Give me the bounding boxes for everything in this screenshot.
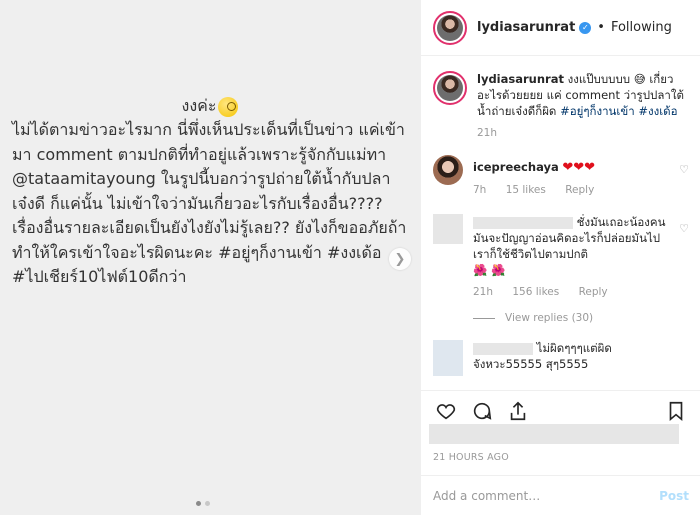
view-replies-label: View replies (30) [505,312,594,324]
verified-badge-icon: ✓ [579,21,592,34]
add-comment-bar: Post [421,475,700,515]
carousel-dot [205,501,210,506]
chevron-right-icon[interactable]: ❯ [389,248,411,270]
caption-time: 21h [477,127,498,139]
comment-emoji: 🌺 🌺 [473,263,506,277]
reply-button[interactable]: Reply [565,184,594,196]
heart-icon[interactable]: ♡ [679,163,689,176]
post-button[interactable]: Post [659,489,689,503]
comment-time: 7h [473,184,487,196]
header-username[interactable]: lydiasarunrat [477,20,575,35]
comment-item: ไม่ผิดๆๆๆแต่ผิดจังหวะ55555 สุๆ5555 [421,340,700,376]
comment-text: ❤❤❤ [562,160,596,175]
avatar[interactable] [433,71,467,105]
post-header: lydiasarunrat ✓ • Following [421,0,700,56]
avatar[interactable] [433,214,463,244]
post-side-panel: lydiasarunrat ✓ • Following lydiasarunra… [420,0,700,515]
reply-button[interactable]: Reply [579,286,608,298]
comment-time: 21h [473,286,494,298]
carousel-dots [196,501,210,506]
hashtag-link[interactable]: #อยู่ๆก็งานเข้า [560,104,635,118]
heart-icon[interactable] [433,398,459,424]
comment-icon[interactable] [469,398,495,424]
avatar[interactable] [433,155,463,185]
view-replies-button[interactable]: View replies (30) [473,310,671,326]
comment-input[interactable] [433,488,660,503]
carousel-dot [196,501,201,506]
comments-list[interactable]: lydiasarunrat งงแป๊บบบบบ 😅 เกี่ยวอะไรด้ว… [421,57,700,387]
comment-item: ชั่งมันเถอะน้องคนมันจะปัญญาอ่อนคิดอะไรก็… [421,214,700,326]
following-button[interactable]: Following [611,20,672,35]
comment-username[interactable]: icepreechaya [473,160,559,174]
caption: lydiasarunrat งงแป๊บบบบบ 😅 เกี่ยวอะไรด้ว… [421,57,700,141]
face-with-monocle-icon [218,96,239,117]
caption-text: งงแป๊บบบบบ [567,72,631,86]
caption-username[interactable]: lydiasarunrat [477,72,564,86]
avatar[interactable] [433,340,463,376]
post-image-title: งงค่ะ [0,94,420,119]
post-image-text: ไม่ได้ตามข่าวอะไรมาก นี่พึ่งเห็นประเด็นท… [12,120,407,286]
bookmark-icon[interactable] [663,398,689,424]
post-image: งงค่ะ ไม่ได้ตามข่าวอะไรมาก นี่พึ่งเห็นปร… [0,0,420,515]
post-timestamp[interactable]: 21 HOURS AGO [433,452,509,463]
share-icon[interactable] [505,398,531,424]
avatar[interactable] [433,10,467,45]
grinning-sweat-emoji: 😅 [633,72,646,86]
heart-icon[interactable]: ♡ [679,222,689,235]
comment-likes[interactable]: 15 likes [506,184,546,196]
separator: • [597,20,605,35]
hashtag-link[interactable]: #งงเด้อ [638,104,677,118]
redacted-username [473,342,533,355]
comment-likes[interactable]: 156 likes [512,286,559,298]
redacted-username [473,216,573,229]
redacted-likes [429,424,679,444]
comment-item: icepreechaya ❤❤❤ 7h 15 likes Reply ♡ [421,155,700,198]
